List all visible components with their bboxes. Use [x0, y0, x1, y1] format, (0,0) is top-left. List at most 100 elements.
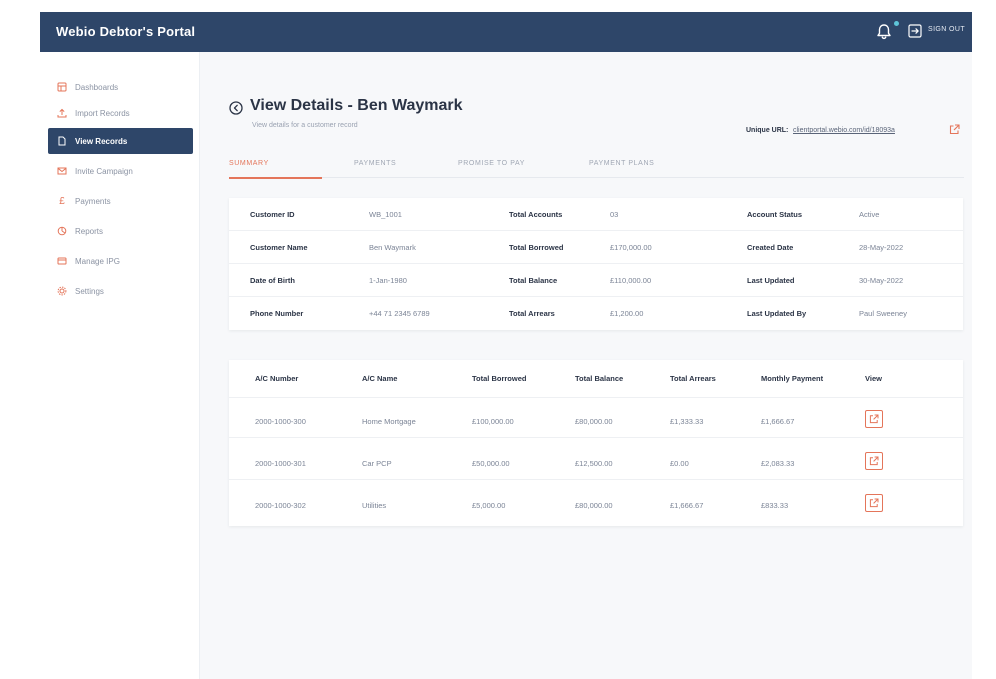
summary-card: Customer ID WB_1001 Total Accounts 03 Ac…	[229, 198, 963, 330]
table-row: 2000-1000-300 Home Mortgage £100,000.00 …	[229, 402, 963, 438]
table-cell: £2,083.33	[761, 459, 795, 468]
summary-value: £110,000.00	[610, 276, 652, 285]
records-icon	[57, 136, 67, 146]
external-link-icon	[869, 498, 879, 508]
signout-button[interactable]: SIGN OUT	[928, 26, 965, 33]
sidebar-item-payments[interactable]: £ Payments	[48, 188, 193, 214]
column-header: Monthly Payment	[761, 374, 824, 383]
sidebar-item-import-records[interactable]: Import Records	[48, 100, 193, 126]
pound-icon: £	[59, 195, 65, 207]
tab-promise-to-pay[interactable]: PROMISE TO PAY	[458, 160, 525, 167]
column-header: A/C Number	[255, 374, 299, 383]
table-cell: £100,000.00	[472, 417, 514, 426]
table-cell: Car PCP	[362, 459, 392, 468]
sidebar-item-label: Manage IPG	[75, 256, 120, 266]
sidebar-item-view-records[interactable]: View Records	[48, 128, 193, 154]
summary-value: 1-Jan-1980	[369, 276, 407, 285]
chart-icon	[57, 226, 67, 236]
summary-label: Customer Name	[250, 243, 308, 252]
summary-label: Total Accounts	[509, 210, 563, 219]
table-cell: £80,000.00	[575, 501, 613, 510]
accounts-table: A/C Number A/C Name Total Borrowed Total…	[229, 360, 963, 526]
tab-payments[interactable]: PAYMENTS	[354, 160, 396, 167]
column-header: Total Borrowed	[472, 374, 527, 383]
top-bar: Webio Debtor's Portal SIGN OUT	[40, 12, 972, 52]
table-cell: £0.00	[670, 459, 689, 468]
sidebar-item-reports[interactable]: Reports	[48, 218, 193, 244]
table-cell: Home Mortgage	[362, 417, 416, 426]
back-arrow-icon[interactable]	[229, 101, 243, 115]
summary-label: Last Updated By	[747, 309, 807, 318]
summary-label: Total Borrowed	[509, 243, 564, 252]
view-account-button[interactable]	[865, 452, 883, 470]
summary-value: Paul Sweeney	[859, 309, 907, 318]
summary-row: Phone Number +44 71 2345 6789 Total Arre…	[229, 297, 963, 330]
summary-value: Active	[859, 210, 880, 219]
column-header: View	[865, 374, 882, 383]
summary-value: 28-May-2022	[859, 243, 904, 252]
tab-summary[interactable]: SUMMARY	[229, 160, 269, 167]
sidebar-item-settings[interactable]: Settings	[48, 278, 193, 304]
sidebar-item-dashboards[interactable]: Dashboards	[48, 74, 193, 100]
view-account-button[interactable]	[865, 494, 883, 512]
column-header: Total Balance	[575, 374, 624, 383]
summary-label: Total Balance	[509, 276, 558, 285]
sidebar-item-label: Settings	[75, 286, 104, 296]
page-subtitle: View details for a customer record	[252, 122, 358, 129]
table-header-row: A/C Number A/C Name Total Borrowed Total…	[229, 360, 963, 398]
signout-icon[interactable]	[908, 24, 922, 38]
gear-icon	[57, 286, 67, 296]
table-cell: Utilities	[362, 501, 387, 510]
brand-title: Webio Debtor's Portal	[56, 24, 196, 39]
view-account-button[interactable]	[865, 410, 883, 428]
table-cell: £1,666.67	[761, 417, 795, 426]
summary-row: Date of Birth 1-Jan-1980 Total Balance £…	[229, 264, 963, 297]
summary-value: £170,000.00	[610, 243, 652, 252]
table-cell: 2000-1000-302	[255, 501, 306, 510]
summary-label: Account Status	[747, 210, 803, 219]
envelope-icon	[57, 166, 67, 176]
table-row: 2000-1000-302 Utilities £5,000.00 £80,00…	[229, 486, 963, 522]
table-cell: 2000-1000-300	[255, 417, 306, 426]
dashboard-icon	[57, 82, 67, 92]
table-cell: £5,000.00	[472, 501, 506, 510]
card-icon	[57, 256, 67, 266]
sidebar-item-manage-ipg[interactable]: Manage IPG	[48, 248, 193, 274]
table-cell: £12,500.00	[575, 459, 613, 468]
external-link-icon	[869, 414, 879, 424]
table-cell: £1,666.67	[670, 501, 704, 510]
table-cell: £833.33	[761, 501, 789, 510]
sidebar-item-label: Payments	[75, 196, 111, 206]
bell-icon[interactable]	[874, 22, 894, 42]
unique-url-link[interactable]: clientportal.webio.com/id/18093a	[793, 127, 895, 134]
external-link-icon[interactable]	[949, 124, 960, 135]
summary-value: Ben Waymark	[369, 243, 416, 252]
tab-bar: SUMMARY PAYMENTS PROMISE TO PAY PAYMENT …	[229, 148, 964, 178]
sidebar: Dashboards Import Records View Records I…	[40, 52, 200, 679]
summary-value: £1,200.00	[610, 309, 644, 318]
tab-payment-plans[interactable]: PAYMENT PLANS	[589, 160, 654, 167]
sidebar-item-label: Invite Campaign	[75, 166, 133, 176]
summary-row: Customer Name Ben Waymark Total Borrowed…	[229, 231, 963, 264]
summary-row: Customer ID WB_1001 Total Accounts 03 Ac…	[229, 198, 963, 231]
table-cell: £1,333.33	[670, 417, 704, 426]
summary-value: WB_1001	[369, 210, 402, 219]
main-content: View Details - Ben Waymark View details …	[200, 52, 972, 679]
external-link-icon	[869, 456, 879, 466]
sidebar-item-invite-campaign[interactable]: Invite Campaign	[48, 158, 193, 184]
summary-label: Phone Number	[250, 309, 304, 318]
table-row: 2000-1000-301 Car PCP £50,000.00 £12,500…	[229, 444, 963, 480]
summary-label: Total Arrears	[509, 309, 555, 318]
summary-label: Created Date	[747, 243, 794, 252]
summary-value: +44 71 2345 6789	[369, 309, 430, 318]
app-window: Webio Debtor's Portal SIGN OUT Dashboard…	[40, 12, 972, 679]
sidebar-item-label: Dashboards	[75, 82, 119, 92]
summary-label: Customer ID	[250, 210, 295, 219]
sidebar-item-label: Reports	[75, 226, 104, 236]
summary-value: 03	[610, 210, 619, 219]
table-cell: £50,000.00	[472, 459, 510, 468]
summary-label: Last Updated	[747, 276, 795, 285]
table-cell: £80,000.00	[575, 417, 613, 426]
table-cell: 2000-1000-301	[255, 459, 306, 468]
column-header: A/C Name	[362, 374, 398, 383]
